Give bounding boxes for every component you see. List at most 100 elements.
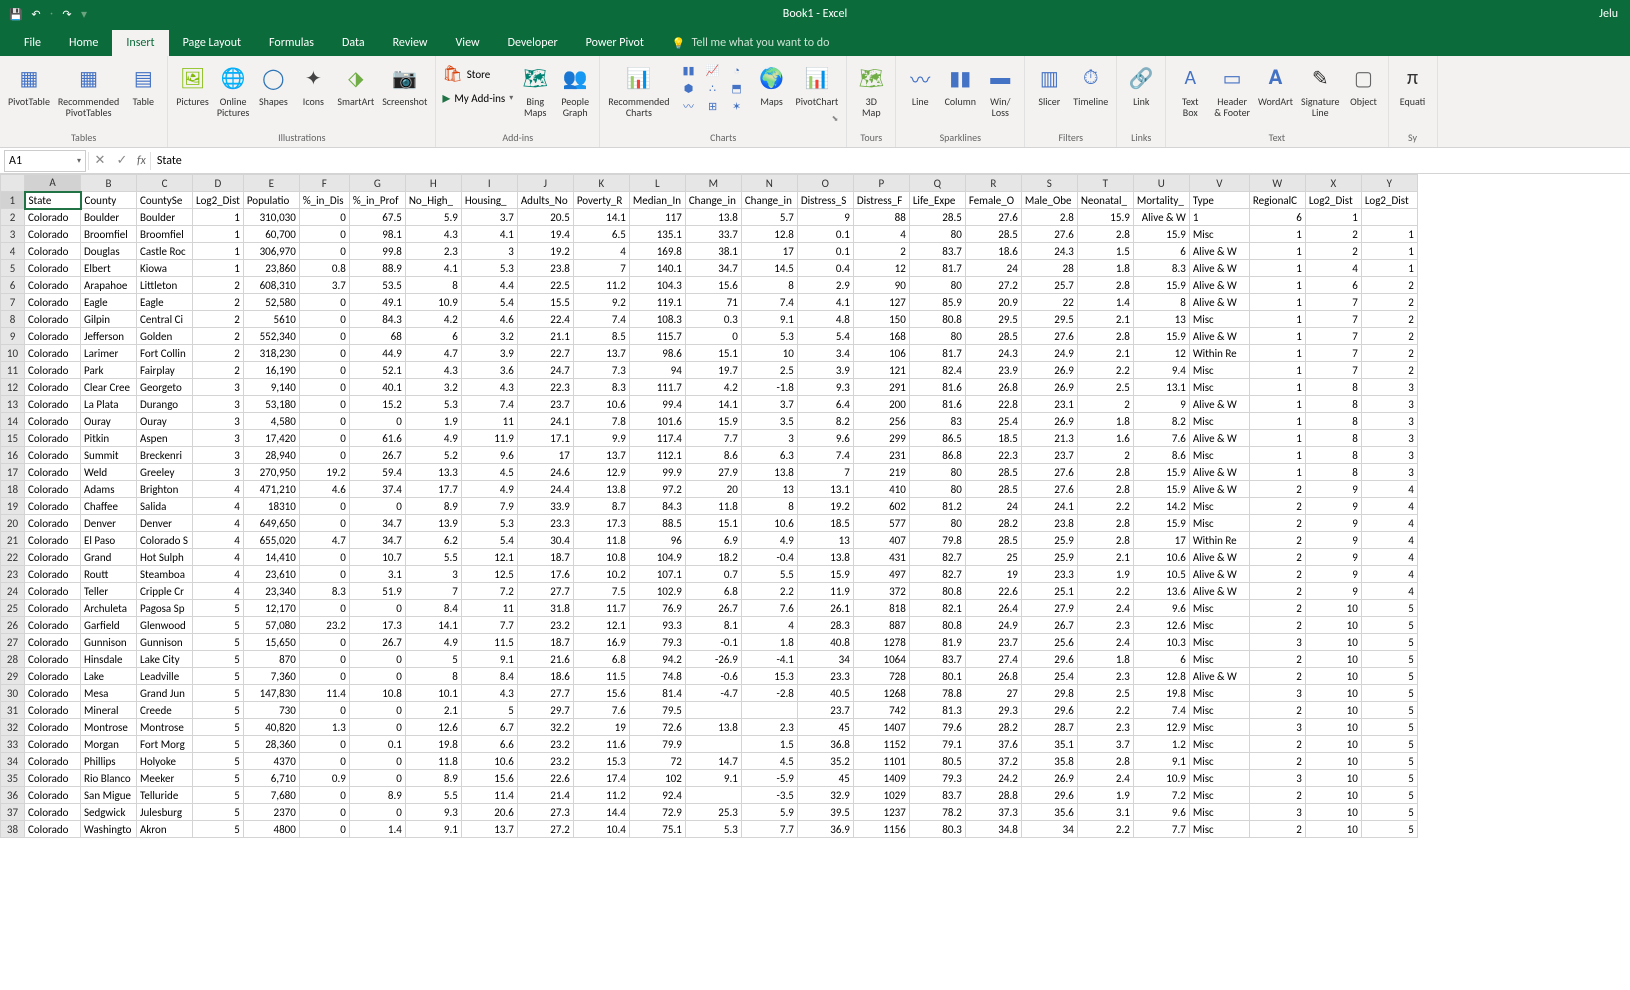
- cell[interactable]: 1: [1305, 209, 1361, 226]
- cell[interactable]: [685, 787, 741, 804]
- cell[interactable]: 2.9: [797, 277, 853, 294]
- cell[interactable]: 29.6: [1021, 702, 1077, 719]
- cell[interactable]: 11: [461, 413, 517, 430]
- cell[interactable]: 2.8: [1077, 328, 1133, 345]
- user-name[interactable]: Jelu: [1599, 7, 1630, 21]
- cell[interactable]: 81.2: [909, 498, 965, 515]
- cell[interactable]: 9: [1305, 498, 1361, 515]
- cell[interactable]: 256: [853, 413, 909, 430]
- row-header[interactable]: 38: [1, 821, 25, 838]
- cell[interactable]: 1.8: [741, 634, 797, 651]
- cell[interactable]: 27: [965, 685, 1021, 702]
- cell[interactable]: 8.6: [685, 447, 741, 464]
- cell[interactable]: 9: [1305, 481, 1361, 498]
- cell[interactable]: 3: [741, 430, 797, 447]
- cell[interactable]: 2: [1361, 277, 1417, 294]
- cell[interactable]: 1: [193, 243, 244, 260]
- cell[interactable]: -0.4: [741, 549, 797, 566]
- cell[interactable]: 4.6: [299, 481, 349, 498]
- cell[interactable]: 1029: [853, 787, 909, 804]
- cell[interactable]: 7: [1305, 311, 1361, 328]
- cell[interactable]: 83.7: [909, 243, 965, 260]
- cell[interactable]: 1.9: [405, 413, 461, 430]
- cell[interactable]: 1: [1361, 260, 1417, 277]
- cell[interactable]: 11.4: [299, 685, 349, 702]
- cell[interactable]: 29.7: [517, 702, 573, 719]
- cell[interactable]: 18.2: [685, 549, 741, 566]
- sparkline-column-button[interactable]: ▮▮Column: [942, 60, 978, 109]
- cell[interactable]: Ouray: [81, 413, 137, 430]
- cell[interactable]: 14.1: [573, 209, 629, 226]
- cell[interactable]: 102: [629, 770, 685, 787]
- cell[interactable]: 5.4: [797, 328, 853, 345]
- cell[interactable]: 407: [853, 532, 909, 549]
- cell[interactable]: Colorado: [25, 787, 81, 804]
- row-header[interactable]: 36: [1, 787, 25, 804]
- cell[interactable]: Greeley: [137, 464, 193, 481]
- cell[interactable]: 71: [685, 294, 741, 311]
- cell[interactable]: Housing_: [461, 192, 517, 209]
- cell[interactable]: Glenwood: [137, 617, 193, 634]
- cell[interactable]: 8: [405, 277, 461, 294]
- cell[interactable]: 12.9: [573, 464, 629, 481]
- cell[interactable]: 2.2: [1077, 583, 1133, 600]
- cell[interactable]: Misc: [1189, 770, 1249, 787]
- cell[interactable]: 19.8: [1133, 685, 1189, 702]
- cell[interactable]: 0.9: [299, 770, 349, 787]
- cell[interactable]: 25.4: [1021, 668, 1077, 685]
- cell[interactable]: 27.2: [965, 277, 1021, 294]
- row-header[interactable]: 34: [1, 753, 25, 770]
- cell[interactable]: 19.8: [405, 736, 461, 753]
- cell[interactable]: 5: [1361, 804, 1417, 821]
- cell[interactable]: 2: [1361, 345, 1417, 362]
- cell[interactable]: 0: [299, 243, 349, 260]
- cell[interactable]: 24.9: [965, 617, 1021, 634]
- cell[interactable]: Alive & W: [1189, 481, 1249, 498]
- cell[interactable]: 19.2: [797, 498, 853, 515]
- cell[interactable]: 7.7: [741, 821, 797, 838]
- cell[interactable]: 22.7: [517, 345, 573, 362]
- cell[interactable]: 3: [1361, 430, 1417, 447]
- cell[interactable]: 219: [853, 464, 909, 481]
- cell[interactable]: 5.9: [405, 209, 461, 226]
- cell[interactable]: 12,170: [243, 600, 299, 617]
- cell[interactable]: 818: [853, 600, 909, 617]
- cell[interactable]: 7: [405, 583, 461, 600]
- cell[interactable]: Archuleta: [81, 600, 137, 617]
- radar-chart-icon[interactable]: ✶: [728, 98, 746, 114]
- cell[interactable]: 10: [1305, 804, 1361, 821]
- cell[interactable]: 169.8: [629, 243, 685, 260]
- cell[interactable]: 17.6: [517, 566, 573, 583]
- cell[interactable]: 135.1: [629, 226, 685, 243]
- cell[interactable]: Misc: [1189, 379, 1249, 396]
- cell[interactable]: 2.3: [1077, 719, 1133, 736]
- cell[interactable]: 15.9: [797, 566, 853, 583]
- cell[interactable]: Elbert: [81, 260, 137, 277]
- charts-dialog-launcher[interactable]: ⬊: [606, 114, 840, 124]
- cell[interactable]: 13: [741, 481, 797, 498]
- cell[interactable]: 119.1: [629, 294, 685, 311]
- cell[interactable]: 8: [1305, 413, 1361, 430]
- cell[interactable]: 10: [1305, 770, 1361, 787]
- cell[interactable]: 7.6: [573, 702, 629, 719]
- cell[interactable]: 0: [685, 328, 741, 345]
- cell[interactable]: Alive & W: [1189, 566, 1249, 583]
- cell[interactable]: 28.5: [909, 209, 965, 226]
- cell[interactable]: Misc: [1189, 498, 1249, 515]
- cell[interactable]: 5: [1361, 617, 1417, 634]
- cell[interactable]: 22: [1021, 294, 1077, 311]
- cell[interactable]: 5.5: [405, 549, 461, 566]
- cell[interactable]: 9.6: [1133, 804, 1189, 821]
- cell[interactable]: 2: [1077, 396, 1133, 413]
- cell[interactable]: 10: [1305, 736, 1361, 753]
- cell[interactable]: 4.4: [461, 277, 517, 294]
- cell[interactable]: 4.2: [685, 379, 741, 396]
- cell[interactable]: Alive & W: [1189, 668, 1249, 685]
- online-pictures-button[interactable]: 🌐Online Pictures: [215, 60, 252, 120]
- cell[interactable]: 0: [299, 430, 349, 447]
- column-header[interactable]: T: [1077, 175, 1133, 192]
- cell[interactable]: 150: [853, 311, 909, 328]
- cell[interactable]: 8.4: [405, 600, 461, 617]
- cell[interactable]: 15.1: [685, 345, 741, 362]
- select-all-corner[interactable]: [1, 175, 25, 192]
